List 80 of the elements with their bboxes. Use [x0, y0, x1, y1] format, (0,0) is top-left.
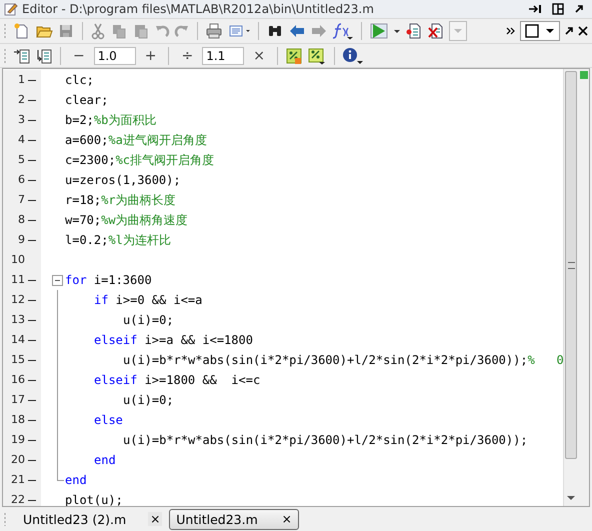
multiply-button[interactable]: ×	[248, 48, 270, 64]
code-line: for i=1:3600	[65, 273, 152, 287]
scroll-down-icon[interactable]	[566, 494, 576, 502]
code-line: end	[65, 473, 87, 487]
code-line: clc;	[65, 73, 94, 87]
layout-dropdown[interactable]	[520, 21, 560, 41]
evaluate-cell-dropdown-icon[interactable]	[306, 46, 327, 64]
line-number: 4	[17, 132, 25, 148]
line-number: 9	[17, 232, 25, 248]
line-number: 11	[10, 272, 25, 288]
line-number: 10	[10, 252, 25, 268]
code-line: if i>=0 && i<=a	[94, 293, 202, 307]
window-icon	[525, 24, 539, 38]
line-number: 2	[17, 92, 25, 108]
increment-button[interactable]: +	[140, 48, 162, 64]
tab-label: Untitled23.m	[176, 512, 258, 526]
line-number: 12	[10, 292, 25, 308]
layout-icon[interactable]	[552, 3, 564, 15]
save-icon[interactable]	[57, 22, 75, 40]
line-number: 22	[10, 492, 25, 506]
line-number: 20	[10, 452, 25, 468]
file-tab[interactable]: Untitled23 (2).m ×	[16, 508, 168, 530]
code-line: u=zeros(1,3600);	[65, 173, 181, 187]
code-line: u(i)=0;	[123, 393, 174, 407]
code-line: c=2300;%c排气阀开启角度	[65, 152, 214, 166]
cell-break-icon[interactable]	[35, 46, 53, 64]
code-line: u(i)=0;	[123, 313, 174, 327]
cut-icon[interactable]	[90, 22, 106, 40]
undock-icon[interactable]	[564, 26, 574, 36]
line-number: 7	[17, 192, 25, 208]
collapse-icon[interactable]	[52, 274, 63, 286]
window-title: Editor - D:\program files\MATLAB\R2012a\bin\Untitled23.m	[22, 2, 374, 16]
code-line: u(i)=b*r*w*abs(sin(i*2*pi/3600)+l/2*sin(2*i*2*pi/3600));	[123, 433, 528, 447]
line-number: 21	[10, 472, 25, 488]
line-number: 15	[10, 352, 25, 368]
line-number: 6	[17, 172, 25, 188]
line-number: 3	[17, 112, 25, 128]
line-number: 14	[10, 332, 25, 348]
code-line: clear;	[65, 93, 108, 107]
line-number: 5	[17, 152, 25, 168]
tab-close-button[interactable]: ×	[148, 512, 162, 526]
info-icon[interactable]	[342, 46, 364, 64]
caret-icon	[453, 28, 463, 34]
editor-icon	[4, 2, 18, 16]
step-field[interactable]: 1.0	[94, 46, 136, 64]
close-icon[interactable]	[578, 26, 588, 36]
code-line: end	[94, 453, 116, 467]
line-number: 17	[10, 392, 25, 408]
divide-button[interactable]: ÷	[176, 48, 198, 64]
tab-close-button[interactable]: ×	[280, 512, 294, 526]
function-icon[interactable]	[332, 22, 354, 40]
code-line: elseif i>=a && i<=1800	[94, 333, 253, 347]
code-line: a=600;%a进气阀开启角度	[65, 132, 207, 146]
insert-cell-icon[interactable]	[13, 46, 31, 64]
line-number: 1	[17, 72, 25, 88]
decrement-button[interactable]: −	[68, 48, 90, 64]
code-line: w=70;%w为曲柄角速度	[65, 212, 188, 226]
line-number: 19	[10, 432, 25, 448]
code-line: else	[94, 413, 123, 427]
code-line: r=18;%r为曲柄长度	[65, 192, 176, 206]
code-line: elseif i>=1800 && i<=c	[94, 373, 260, 387]
caret-icon	[545, 28, 555, 34]
evaluate-cell-icon[interactable]	[284, 46, 303, 64]
line-number: 16	[10, 372, 25, 388]
line-number: 18	[10, 412, 25, 428]
code-line: b=2;%b为面积比	[65, 112, 156, 126]
clear-breakpoints-icon[interactable]	[427, 22, 445, 40]
code-line: u(i)=b*r*w*abs(sin(i*2*pi/3600)+l/2*sin(2*i*2*pi/3600));% 0	[123, 353, 563, 367]
scrollbar-thumb[interactable]	[565, 71, 577, 459]
undock-icon[interactable]	[574, 4, 584, 14]
line-number: 13	[10, 312, 25, 328]
factor-field[interactable]: 1.1	[202, 46, 244, 64]
set-breakpoint-icon[interactable]	[405, 22, 423, 40]
tab-label: Untitled23 (2).m	[23, 512, 126, 526]
code-line: l=0.2;%l为连杆比	[65, 232, 171, 246]
line-number: 8	[17, 212, 25, 228]
file-tab[interactable]: Untitled23.m ×	[169, 508, 299, 530]
printer-icon[interactable]	[205, 22, 223, 40]
chevron-icon[interactable]	[506, 26, 516, 36]
dock-icon[interactable]	[528, 4, 542, 14]
